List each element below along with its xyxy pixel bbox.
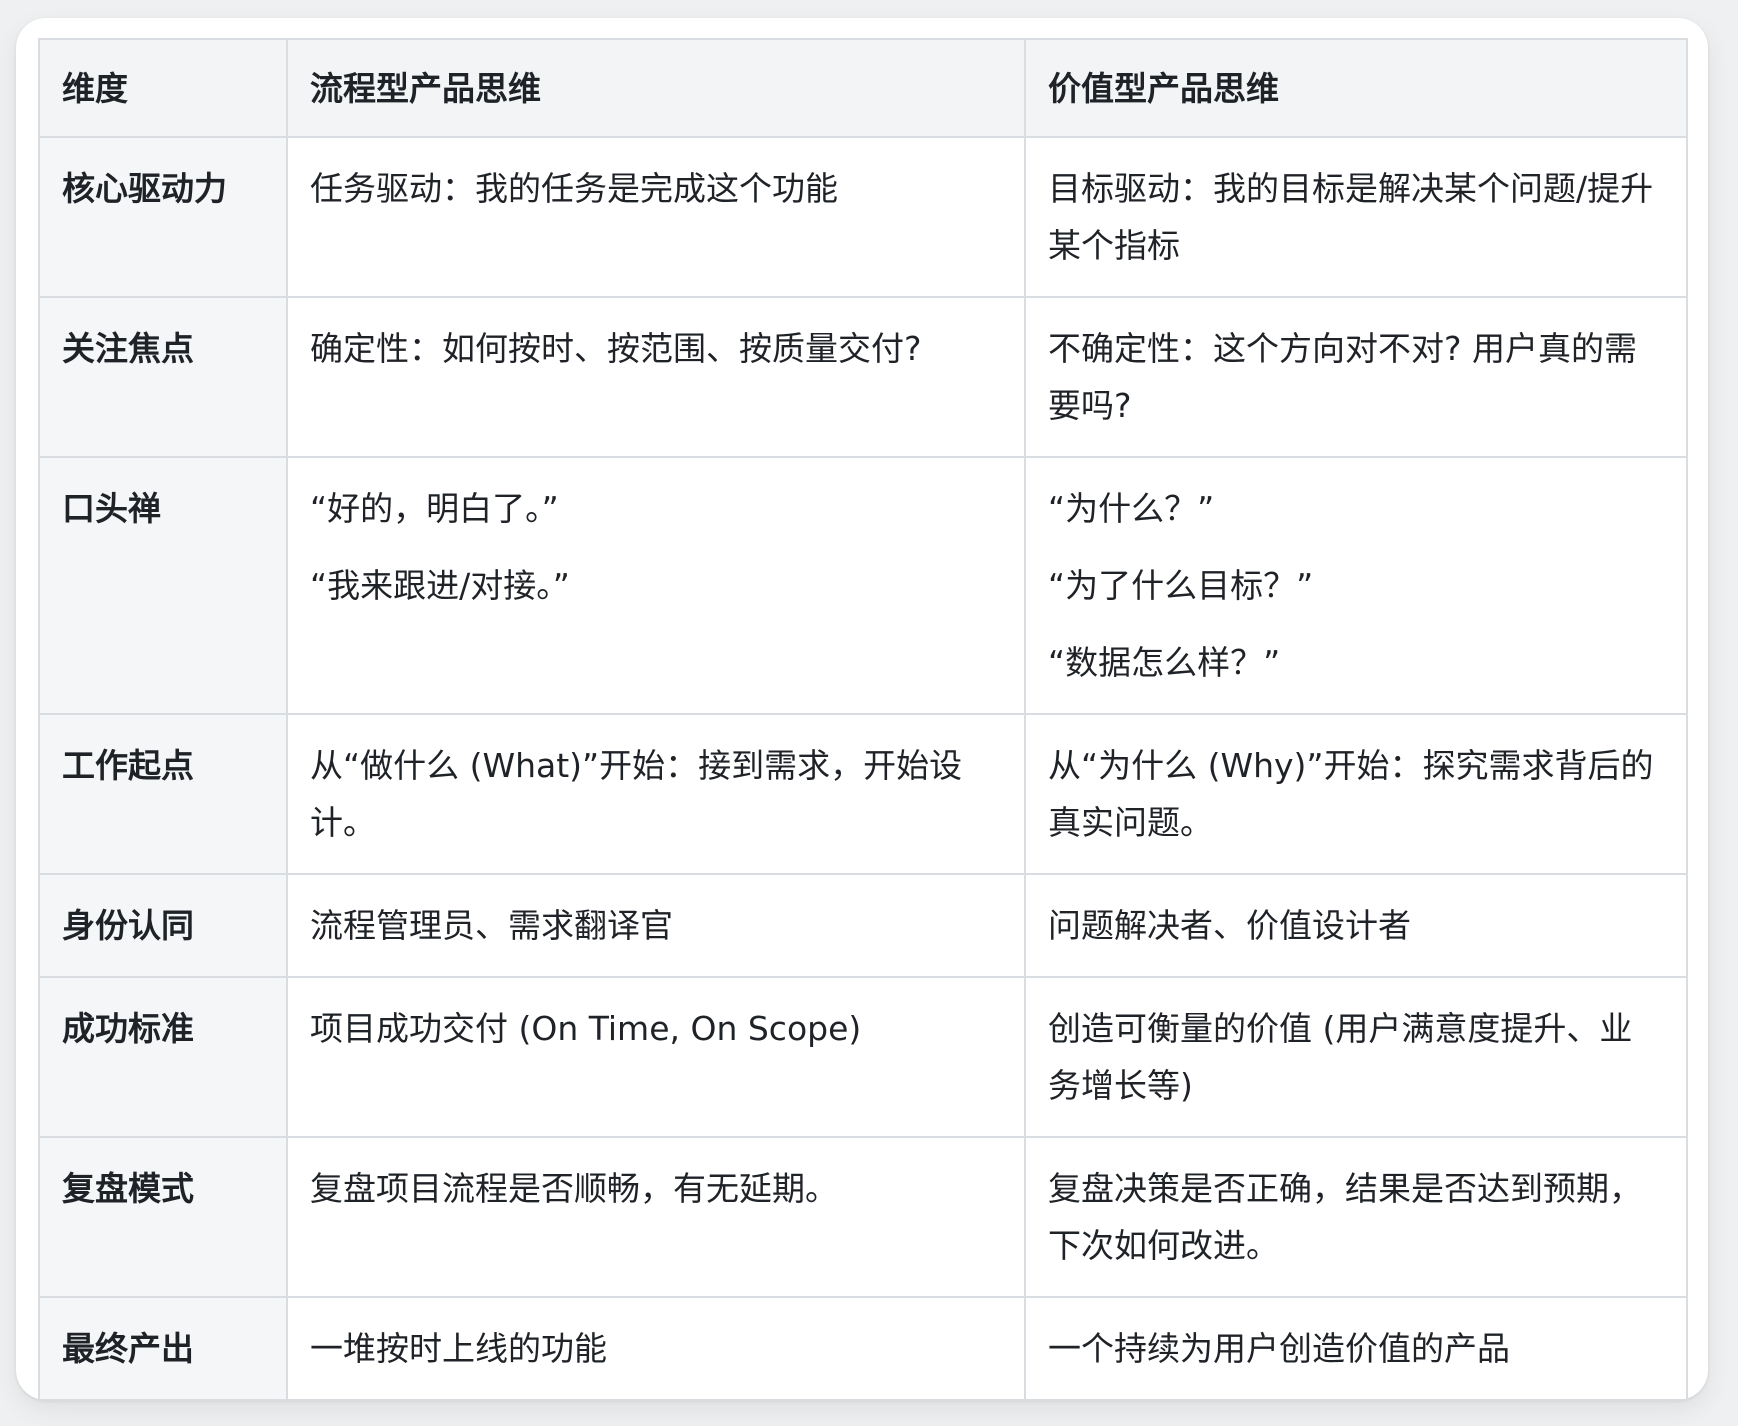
cell-text: 一堆按时上线的功能: [310, 1329, 607, 1368]
process-cell: “好的，明白了。” “我来跟进/对接。”: [286, 456, 1026, 715]
table-row: 核心驱动力 任务驱动：我的任务是完成这个功能 目标驱动：我的目标是解决某个问题/…: [38, 136, 1688, 298]
table-row: 口头禅 “好的，明白了。” “我来跟进/对接。” “为什么？” “为了什么目标？…: [38, 456, 1688, 715]
process-cell: 项目成功交付 (On Time, On Scope): [286, 976, 1026, 1138]
value-cell: 不确定性：这个方向对不对? 用户真的需要吗?: [1024, 296, 1688, 458]
row-dimension: 关注焦点: [38, 296, 288, 458]
cell-text: “数据怎么样？”: [1048, 643, 1281, 682]
table-body: 核心驱动力 任务驱动：我的任务是完成这个功能 目标驱动：我的目标是解决某个问题/…: [38, 136, 1688, 1401]
table-card: 维度 流程型产品思维 价值型产品思维 核心驱动力 任务驱动：我的任务是完成这个功…: [16, 18, 1708, 1401]
cell-text: “好的，明白了。”: [310, 489, 559, 528]
row-dimension: 身份认同: [38, 873, 288, 978]
cell-text: 目标驱动：我的目标是解决某个问题/提升某个指标: [1048, 169, 1654, 265]
cell-text: 从“为什么 (Why)”开始：探究需求背后的真实问题。: [1048, 746, 1654, 842]
process-cell: 任务驱动：我的任务是完成这个功能: [286, 136, 1026, 298]
cell-text: “为什么？”: [1048, 489, 1215, 528]
cell-text: 任务驱动：我的任务是完成这个功能: [310, 169, 838, 208]
cell-text: “我来跟进/对接。”: [310, 566, 570, 605]
table-row: 关注焦点 确定性：如何按时、按范围、按质量交付? 不确定性：这个方向对不对? 用…: [38, 296, 1688, 458]
value-cell: 一个持续为用户创造价值的产品: [1024, 1296, 1688, 1401]
value-cell: 问题解决者、价值设计者: [1024, 873, 1688, 978]
cell-text: 从“做什么 (What)”开始：接到需求，开始设计。: [310, 746, 963, 842]
header-row: 维度 流程型产品思维 价值型产品思维: [38, 38, 1688, 138]
row-dimension: 复盘模式: [38, 1136, 288, 1298]
process-cell: 确定性：如何按时、按范围、按质量交付?: [286, 296, 1026, 458]
comparison-table: 维度 流程型产品思维 价值型产品思维 核心驱动力 任务驱动：我的任务是完成这个功…: [38, 38, 1688, 1401]
row-dimension: 工作起点: [38, 713, 288, 875]
row-dimension: 最终产出: [38, 1296, 288, 1401]
cell-text: 项目成功交付 (On Time, On Scope): [310, 1009, 862, 1048]
value-cell: 创造可衡量的价值 (用户满意度提升、业务增长等): [1024, 976, 1688, 1138]
table-row: 工作起点 从“做什么 (What)”开始：接到需求，开始设计。 从“为什么 (W…: [38, 713, 1688, 875]
row-dimension: 成功标准: [38, 976, 288, 1138]
value-cell: 从“为什么 (Why)”开始：探究需求背后的真实问题。: [1024, 713, 1688, 875]
cell-text: 流程管理员、需求翻译官: [310, 906, 673, 945]
process-cell: 复盘项目流程是否顺畅，有无延期。: [286, 1136, 1026, 1298]
row-dimension: 核心驱动力: [38, 136, 288, 298]
row-dimension: 口头禅: [38, 456, 288, 715]
cell-text: 复盘项目流程是否顺畅，有无延期。: [310, 1169, 838, 1208]
table-row: 最终产出 一堆按时上线的功能 一个持续为用户创造价值的产品: [38, 1296, 1688, 1401]
header-value-thinking: 价值型产品思维: [1024, 38, 1688, 138]
process-cell: 从“做什么 (What)”开始：接到需求，开始设计。: [286, 713, 1026, 875]
cell-text: 一个持续为用户创造价值的产品: [1048, 1329, 1510, 1368]
process-cell: 流程管理员、需求翻译官: [286, 873, 1026, 978]
table-row: 复盘模式 复盘项目流程是否顺畅，有无延期。 复盘决策是否正确，结果是否达到预期，…: [38, 1136, 1688, 1298]
value-cell: 目标驱动：我的目标是解决某个问题/提升某个指标: [1024, 136, 1688, 298]
table-header: 维度 流程型产品思维 价值型产品思维: [38, 38, 1688, 138]
table-row: 身份认同 流程管理员、需求翻译官 问题解决者、价值设计者: [38, 873, 1688, 978]
value-cell: “为什么？” “为了什么目标？” “数据怎么样？”: [1024, 456, 1688, 715]
process-cell: 一堆按时上线的功能: [286, 1296, 1026, 1401]
value-cell: 复盘决策是否正确，结果是否达到预期，下次如何改进。: [1024, 1136, 1688, 1298]
cell-text: 创造可衡量的价值 (用户满意度提升、业务增长等): [1048, 1009, 1633, 1105]
cell-text: 确定性：如何按时、按范围、按质量交付?: [310, 329, 922, 368]
cell-text: 不确定性：这个方向对不对? 用户真的需要吗?: [1048, 329, 1638, 425]
cell-text: “为了什么目标？”: [1048, 566, 1314, 605]
header-dimension: 维度: [38, 38, 288, 138]
cell-text: 复盘决策是否正确，结果是否达到预期，下次如何改进。: [1048, 1169, 1642, 1265]
cell-text: 问题解决者、价值设计者: [1048, 906, 1411, 945]
header-process-thinking: 流程型产品思维: [286, 38, 1026, 138]
table-row: 成功标准 项目成功交付 (On Time, On Scope) 创造可衡量的价值…: [38, 976, 1688, 1138]
